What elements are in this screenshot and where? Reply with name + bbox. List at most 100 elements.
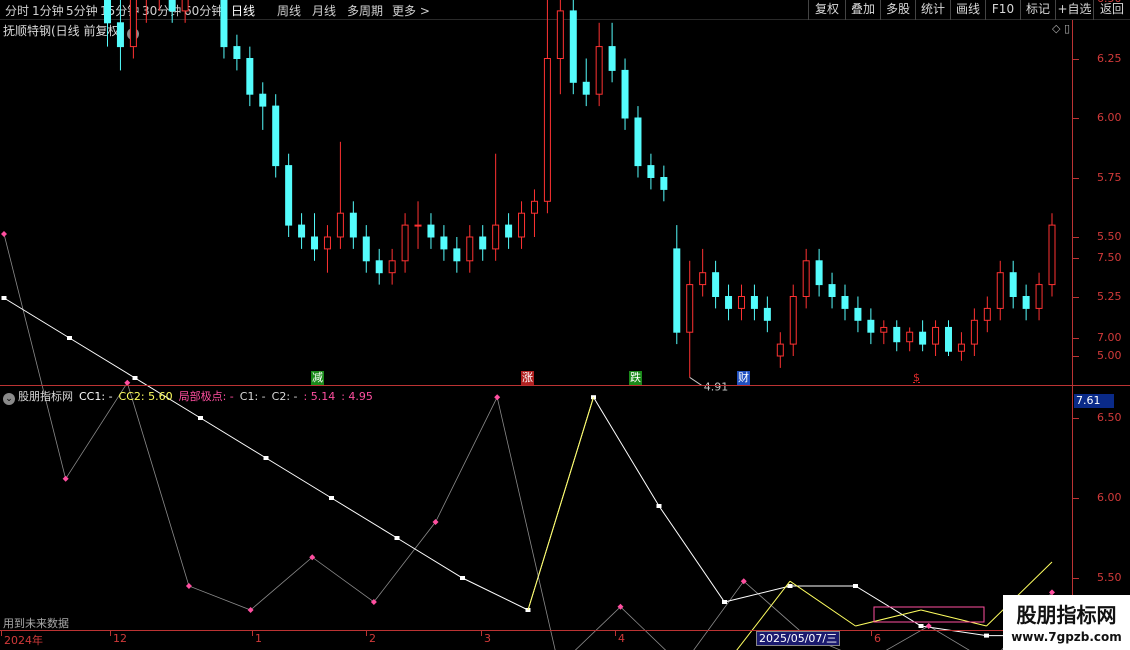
candle-up [983,307,991,321]
event-marker[interactable]: $ [912,371,921,385]
event-marker[interactable]: 涨 [521,371,534,385]
watermark: 股朋指标网 www.7gpzb.com [1003,595,1130,650]
candle-down [725,296,733,309]
candle-up [388,260,396,274]
indicator-tick-mark [1073,498,1079,499]
candle-down [349,212,357,238]
price-tick-label: 5.75 [1097,170,1122,184]
candle-down [311,236,319,250]
candle-down [712,272,720,298]
candle-up [556,10,564,59]
date-label: 3 [484,632,491,645]
event-marker[interactable]: 财 [737,371,750,385]
extreme-point [185,583,192,589]
date-label: 4 [618,632,625,645]
indicator-tick-mark [1073,578,1079,579]
cc1-point [132,376,138,380]
event-marker[interactable]: 跌 [629,371,642,385]
extreme-point [494,394,501,401]
cc1-point [1,296,7,300]
candle-up [880,326,888,333]
date-tick [615,630,616,636]
date-tick [481,630,482,636]
indicator-tick-label: 6.00 [1097,491,1122,504]
candle-down [815,260,823,286]
date-label: 6 [874,632,881,645]
cc1-line [3,297,1052,637]
price-tick-label: 5.25 [1097,289,1122,303]
cc1-point [918,624,924,628]
price-tick-label: 5.50 [1097,230,1122,243]
candle-down [233,46,241,59]
candle-down [854,307,862,321]
candle-down [828,284,836,298]
candle-down [285,165,293,226]
price-tick-label: 6.00 [1097,111,1122,124]
candle-down [841,296,849,309]
date-label: 12 [113,632,127,645]
candle-up [789,296,797,345]
indicator-tick-label: 5.50 [1097,571,1122,584]
candle-up [686,284,694,333]
low-price-label: 4.91 [704,380,729,393]
candle-up [906,331,914,343]
candle-down [647,165,655,179]
candle-up [957,343,965,352]
extreme-path [3,233,1053,650]
cc1-value: CC1: - [79,390,113,403]
cc1-point [460,576,465,580]
candle-up [1048,224,1056,286]
candle-down [104,0,112,24]
candle-down [750,296,758,309]
cc2-segment [527,397,594,611]
candle-down [246,58,254,95]
chevron-down-icon[interactable]: ⌄ [3,393,15,405]
indicator-tick-mark [1073,338,1079,339]
date-axis-separator [0,630,1072,631]
cc1-point [984,633,989,638]
candle-down [298,224,306,238]
candle-up [996,272,1004,309]
candle-up [129,0,137,48]
indicator-tick-label: 7.00 [1097,331,1122,344]
watermark-title: 股朋指标网 [1016,603,1117,627]
candle-up [595,46,603,95]
candle-up [323,236,331,250]
c2-value: C2: - [271,390,298,403]
range-box [873,606,985,623]
price-tick-mark [1073,177,1079,179]
price-tick-label: 6.50 [1097,0,1122,5]
price-chart[interactable]: 7.664.91 [0,0,1130,650]
indicator-tick-label: 6.50 [1097,411,1122,424]
candle-down [634,117,642,167]
cc1-point [263,456,269,460]
indicator-current-value: 7.61 [1074,394,1114,408]
local-extreme-value: 局部极点: - [178,390,234,403]
cc1-point [656,504,662,508]
candle-up [492,224,500,250]
extreme-point [1,231,7,237]
price-tick-mark [1073,356,1079,357]
candle-down [259,93,267,107]
candle-down [440,236,448,250]
cc2-segment [920,609,987,627]
candle-up [1035,284,1043,309]
price-axis-line [1072,20,1073,634]
price-tick-label: 5.00 [1097,349,1122,362]
value-2: : 4.95 [341,390,373,403]
candle-down [479,236,487,250]
event-marker[interactable]: 减 [311,371,324,385]
candle-up [970,319,978,345]
candle-up [776,343,784,357]
candle-down [673,248,681,333]
candle-up [401,224,409,262]
candle-up [802,260,810,297]
value-1: : 5.14 [303,390,336,403]
indicator-title[interactable]: ⌄ 股朋指标网 CC1: - CC2: 5.60 局部极点: - C1: - C2: -: … [3,388,379,405]
candle-down [1022,296,1030,309]
candle-down [569,10,577,83]
candle-down [582,81,590,95]
price-tick-mark [1073,118,1079,119]
date-label: 2024年 [4,634,43,647]
cc1-point [722,600,727,604]
